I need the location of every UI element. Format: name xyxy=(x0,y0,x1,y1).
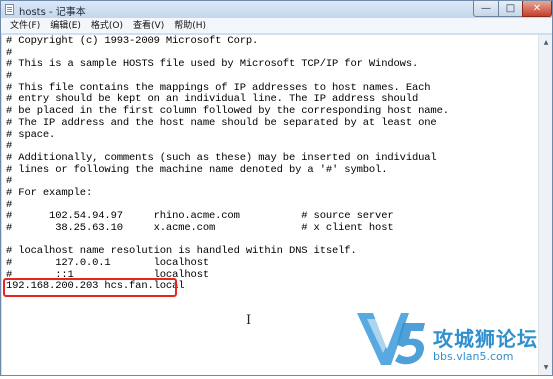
text-line: # For example: xyxy=(6,186,93,199)
text-line: # space. xyxy=(6,128,56,141)
menu-format[interactable]: 格式(O) xyxy=(86,18,128,34)
menu-view[interactable]: 查看(V) xyxy=(128,18,169,34)
notepad-app-icon xyxy=(5,4,14,15)
watermark-url: bbs.vlan5.com xyxy=(433,350,514,363)
close-button[interactable]: ✕ xyxy=(522,1,552,17)
menu-file[interactable]: 文件(F) xyxy=(5,18,45,34)
menu-help[interactable]: 帮助(H) xyxy=(169,18,211,34)
text-line: # Additionally, comments (such as these)… xyxy=(6,151,437,164)
text-line: # 127.0.0.1 localhost xyxy=(6,257,209,270)
scroll-up-arrow-icon[interactable]: ▲ xyxy=(540,36,552,49)
menu-bar: 文件(F) 编辑(E) 格式(O) 查看(V) 帮助(H) xyxy=(1,18,552,34)
menu-edit[interactable]: 编辑(E) xyxy=(45,18,86,34)
red-highlight-annotation xyxy=(3,278,177,297)
window-title: hosts - 记事本 xyxy=(19,7,86,18)
minimize-button[interactable]: — xyxy=(473,1,499,17)
text-line: # xyxy=(6,70,13,83)
text-line: # This is a sample HOSTS file used by Mi… xyxy=(6,58,419,71)
text-cursor-icon: I xyxy=(246,313,252,328)
v5-logo-icon xyxy=(357,313,425,365)
text-line: # 38.25.63.10 x.acme.com # x client host xyxy=(6,222,394,234)
watermark-brand: 攻城狮论坛 xyxy=(433,327,538,351)
text-line: # lines or following the machine name de… xyxy=(6,163,388,176)
watermark: 攻城狮论坛 bbs.vlan5.com xyxy=(353,305,551,375)
text-line: # Copyright (c) 1993-2009 Microsoft Corp… xyxy=(6,35,259,47)
maximize-button[interactable]: □ xyxy=(498,1,523,17)
hosts-file-content: # Copyright (c) 1993-2009 Microsoft Corp… xyxy=(6,35,449,293)
title-bar[interactable]: hosts - 记事本 — □ ✕ xyxy=(1,1,552,18)
text-line: # The IP address and the host name shoul… xyxy=(6,116,437,129)
